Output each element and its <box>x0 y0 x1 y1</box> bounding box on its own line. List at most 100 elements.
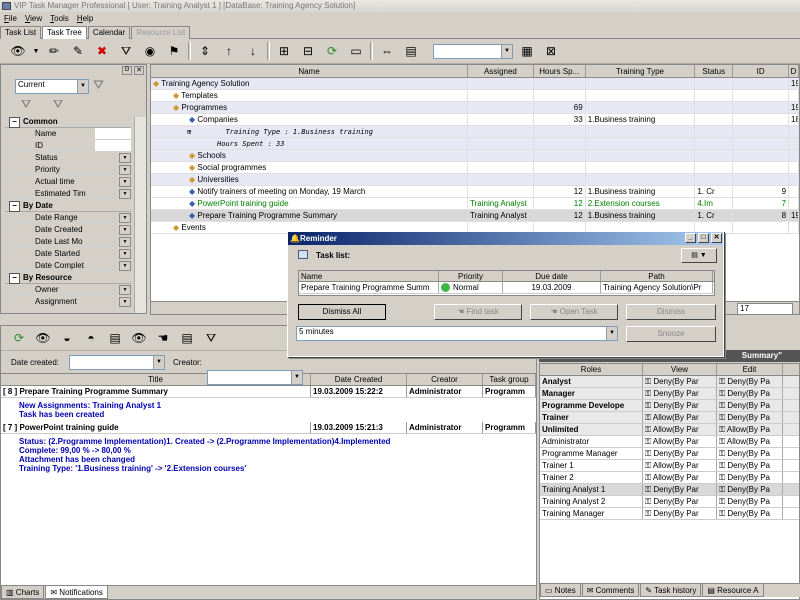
expand-tree-icon[interactable]: ⊞ <box>274 42 294 60</box>
menu-tools[interactable]: Tools <box>50 12 69 26</box>
col-task-group[interactable]: Task group <box>483 374 536 385</box>
calendar-icon[interactable]: ▦ <box>517 42 537 60</box>
permission-row[interactable]: Trainer ⚿ Allow(By Par ⚿ Deny(By Pa <box>540 412 799 424</box>
delete-task-icon[interactable]: ✖ <box>92 42 112 60</box>
col-roles[interactable]: Roles <box>540 364 643 375</box>
col-edit[interactable]: Edit <box>717 364 783 375</box>
permission-row[interactable]: Administrator ⚿ Allow(By Par ⚿ Allow(By Pa <box>540 436 799 448</box>
open-task-button[interactable]: ☚ Open Task <box>530 304 618 320</box>
permission-row[interactable]: Manager ⚿ Deny(By Par ⚿ Deny(By Pa <box>540 388 799 400</box>
tree-row[interactable]: ◆ Prepare Training Programme Summary Trai… <box>151 210 799 222</box>
permission-row[interactable]: Trainer 2 ⚿ Allow(By Par ⚿ Deny(By Pa <box>540 472 799 484</box>
filter-field[interactable]: Date Last Mo ▼ <box>5 236 131 248</box>
permission-row[interactable]: Programme Manager ⚿ Deny(By Par ⚿ Deny(By … <box>540 448 799 460</box>
tab-task-list[interactable]: Task List <box>0 26 42 39</box>
filter-field[interactable]: ID <box>5 140 131 152</box>
search-combo[interactable]: ▼ <box>433 43 513 59</box>
tree-detail-line[interactable]: ⊞ Training Type : 1.Business training <box>151 126 799 138</box>
menu-file[interactable]: File <box>4 12 17 26</box>
notification-row[interactable]: [ 7 ] PowerPoint training guide 19.03.20… <box>1 422 536 434</box>
col-hours[interactable]: Hours Sp... <box>534 65 586 77</box>
tab-comments[interactable]: ✉ Comments <box>581 584 640 597</box>
find-task-button[interactable]: ☚ Find task <box>434 304 522 320</box>
filter-group-common[interactable]: Common <box>5 116 131 128</box>
tree-row[interactable]: ◆ Programmes 69 19 <box>151 102 799 114</box>
tree-row[interactable]: ◆ Universities <box>151 174 799 186</box>
permission-row[interactable]: Unlimited ⚿ Allow(By Par ⚿ Allow(By Pa <box>540 424 799 436</box>
filter-field[interactable]: Date Range ▼ <box>5 212 131 224</box>
tab-resource-list[interactable]: Resource List <box>131 26 191 39</box>
filter-apply-icon[interactable]: ⛛ <box>21 97 31 112</box>
new-task-icon[interactable]: ✎ <box>68 42 88 60</box>
view-icon[interactable]: 👁 <box>33 329 53 347</box>
col-status[interactable]: Status <box>695 65 734 77</box>
tree-row[interactable]: ◆ Training Agency Solution 19 <box>151 78 799 90</box>
expand-icon[interactable]: ⊞ <box>187 128 195 136</box>
tree-row[interactable]: ◆ Schools <box>151 150 799 162</box>
close-filter-icon[interactable]: ⊠ <box>541 42 561 60</box>
col-training-type[interactable]: Training Type <box>586 65 696 77</box>
filter-field[interactable]: Name <box>5 128 131 140</box>
col-assigned[interactable]: Assigned <box>468 65 534 77</box>
permission-row[interactable]: Analyst ⚿ Deny(By Par ⚿ Deny(By Pa <box>540 376 799 388</box>
view-task-icon[interactable]: 👁 <box>8 42 28 60</box>
menu-help[interactable]: Help <box>77 12 93 26</box>
tree-row[interactable]: ◆ Social programmes <box>151 162 799 174</box>
tab-task-history[interactable]: ✎ Task history <box>640 584 702 597</box>
filter-field[interactable]: Actual time ▼ <box>5 176 131 188</box>
tab-charts[interactable]: ▥ Charts <box>1 586 45 599</box>
permission-row[interactable]: Trainer 1 ⚿ Allow(By Par ⚿ Deny(By Pa <box>540 460 799 472</box>
tree-row[interactable]: ◆ Notify trainers of meeting on Monday, … <box>151 186 799 198</box>
filter-field[interactable]: Assignment ▼ <box>5 296 131 308</box>
date-created-select[interactable]: ▼ <box>69 355 165 370</box>
refresh-icon[interactable]: ⟳ <box>9 329 29 347</box>
filter-group-by-resource[interactable]: By Resource <box>5 272 131 284</box>
filter-field[interactable]: Priority ▼ <box>5 164 131 176</box>
creator-select[interactable]: ▼ <box>207 370 303 385</box>
reminder-options-button[interactable]: ▤ ▼ <box>681 248 717 263</box>
mark-all-icon[interactable]: ◓ <box>81 329 101 347</box>
columns-icon[interactable]: ⇔ <box>377 42 397 60</box>
permission-row[interactable]: Training Analyst 2 ⚿ Deny(By Par ⚿ Deny(By… <box>540 496 799 508</box>
tree-detail-line[interactable]: Hours Spent : 33 <box>151 138 799 150</box>
collapse-tree-icon[interactable]: ⊟ <box>298 42 318 60</box>
print-icon[interactable]: ▤ <box>177 329 197 347</box>
filter-field[interactable]: Estimated Tim ▼ <box>5 188 131 200</box>
filter-scrollbar[interactable] <box>134 117 146 313</box>
assign-icon[interactable]: ⚑ <box>164 42 184 60</box>
dismiss-all-button[interactable]: Dismiss All <box>298 304 386 320</box>
mark-read-icon[interactable]: ◒ <box>57 329 77 347</box>
move-down-icon[interactable]: ↓ <box>243 42 263 60</box>
permission-row[interactable]: Programme Develope ⚿ Deny(By Par ⚿ Deny(By… <box>540 400 799 412</box>
tab-notifications[interactable]: ✉ Notifications <box>45 586 108 599</box>
refresh-icon[interactable]: ⟳ <box>322 42 342 60</box>
permission-row[interactable]: Training Analyst 1 ⚿ Deny(By Par ⚿ Deny(By… <box>540 484 799 496</box>
move-up-icon[interactable]: ↑ <box>219 42 239 60</box>
col-priority[interactable]: Priority <box>439 271 503 281</box>
panel-close-button[interactable]: ✕ <box>134 66 144 75</box>
minimize-button[interactable]: _ <box>685 233 696 243</box>
snooze-button[interactable]: Snooze <box>626 326 716 342</box>
filter-field[interactable]: Date Started ▼ <box>5 248 131 260</box>
print-icon[interactable]: ▤ <box>401 42 421 60</box>
reminder-task-row[interactable]: Prepare Training Programme Summ Normal 1… <box>299 282 714 294</box>
tab-resource-assignment[interactable]: ▤ Resource A <box>702 584 764 597</box>
filter-group-by-date[interactable]: By Date <box>5 200 131 212</box>
filter-clear-icon[interactable]: ⛛ <box>53 97 63 112</box>
tab-calendar[interactable]: Calendar <box>87 26 131 39</box>
snooze-select[interactable]: 5 minutes ▼ <box>296 326 618 341</box>
close-button[interactable]: ✕ <box>711 233 722 243</box>
filter-icon[interactable]: ⛛ <box>116 42 136 60</box>
edit-task-icon[interactable]: ✏ <box>44 42 64 60</box>
hide-icon[interactable]: 👁 <box>129 329 149 347</box>
tree-row[interactable]: ◆ Companies 331.Business training 18 <box>151 114 799 126</box>
move-updown-icon[interactable]: ⇕ <box>195 42 215 60</box>
col-d[interactable]: D <box>789 65 799 77</box>
panel-pin-button[interactable]: ʘ <box>122 66 132 75</box>
open-icon[interactable]: ▤ <box>105 329 125 347</box>
col-name[interactable]: Name <box>151 65 469 77</box>
filter-field[interactable]: Owner ▼ <box>5 284 131 296</box>
col-id[interactable]: ID <box>733 65 790 77</box>
filter-current-select[interactable]: Current ▼ <box>15 79 89 94</box>
col-view[interactable]: View <box>643 364 717 375</box>
